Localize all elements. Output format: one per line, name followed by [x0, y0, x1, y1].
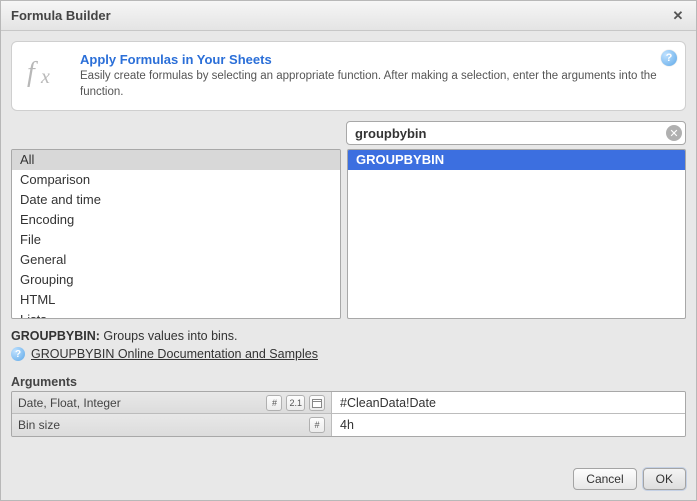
argument-label-cell: Date, Float, Integer #2.1 [12, 392, 332, 413]
arguments-table: Date, Float, Integer #2.1 Bin size # [11, 391, 686, 437]
svg-text:f: f [27, 57, 38, 88]
argument-input[interactable] [332, 414, 685, 436]
info-body: Easily create formulas by selecting an a… [80, 69, 675, 100]
ok-button[interactable]: OK [643, 468, 686, 490]
argument-label: Bin size [18, 418, 305, 432]
category-item[interactable]: All [12, 150, 340, 170]
description-text: GROUPBYBIN: Groups values into bins. [11, 329, 686, 343]
result-item[interactable]: GROUPBYBIN [348, 150, 685, 170]
results-list[interactable]: GROUPBYBIN [347, 149, 686, 319]
category-item[interactable]: Lists [12, 310, 340, 319]
argument-row: Bin size # [12, 414, 685, 436]
help-dot-icon[interactable]: ? [11, 347, 25, 361]
cancel-button[interactable]: Cancel [573, 468, 636, 490]
argument-label-cell: Bin size # [12, 414, 332, 436]
svg-text:x: x [40, 66, 50, 88]
argument-row: Date, Float, Integer #2.1 [12, 392, 685, 414]
category-item[interactable]: HTML [12, 290, 340, 310]
category-list[interactable]: AllComparisonDate and timeEncodingFileGe… [11, 149, 341, 319]
info-card: f x Apply Formulas in Your Sheets Easily… [11, 41, 686, 111]
argument-input[interactable] [332, 392, 685, 413]
category-item[interactable]: Date and time [12, 190, 340, 210]
footer: Cancel OK [1, 460, 696, 500]
clear-search-icon[interactable]: ✕ [666, 125, 682, 141]
category-item[interactable]: File [12, 230, 340, 250]
info-text: Apply Formulas in Your Sheets Easily cre… [80, 52, 675, 100]
search-input[interactable] [346, 121, 686, 145]
dialog-title: Formula Builder [11, 8, 670, 23]
search-row: ✕ [11, 121, 686, 145]
titlebar: Formula Builder ✕ [1, 1, 696, 31]
close-icon[interactable]: ✕ [670, 8, 686, 24]
type-number-icon[interactable]: # [309, 417, 325, 433]
category-item[interactable]: Comparison [12, 170, 340, 190]
argument-label: Date, Float, Integer [18, 396, 262, 410]
category-item[interactable]: General [12, 250, 340, 270]
info-heading: Apply Formulas in Your Sheets [80, 52, 675, 67]
category-item[interactable]: Grouping [12, 270, 340, 290]
fx-icon: f x [22, 52, 70, 92]
type-float-icon[interactable]: 2.1 [286, 395, 305, 411]
type-number-icon[interactable]: # [266, 395, 282, 411]
arguments-header: Arguments [11, 375, 686, 389]
panels: AllComparisonDate and timeEncodingFileGe… [11, 149, 686, 319]
description-block: GROUPBYBIN: Groups values into bins. ? G… [11, 329, 686, 361]
category-item[interactable]: Encoding [12, 210, 340, 230]
help-icon[interactable]: ? [661, 50, 677, 66]
calendar-icon[interactable] [309, 395, 325, 411]
search-box: ✕ [346, 121, 686, 145]
documentation-link[interactable]: GROUPBYBIN Online Documentation and Samp… [31, 347, 318, 361]
formula-builder-dialog: Formula Builder ✕ f x Apply Formulas in … [0, 0, 697, 501]
